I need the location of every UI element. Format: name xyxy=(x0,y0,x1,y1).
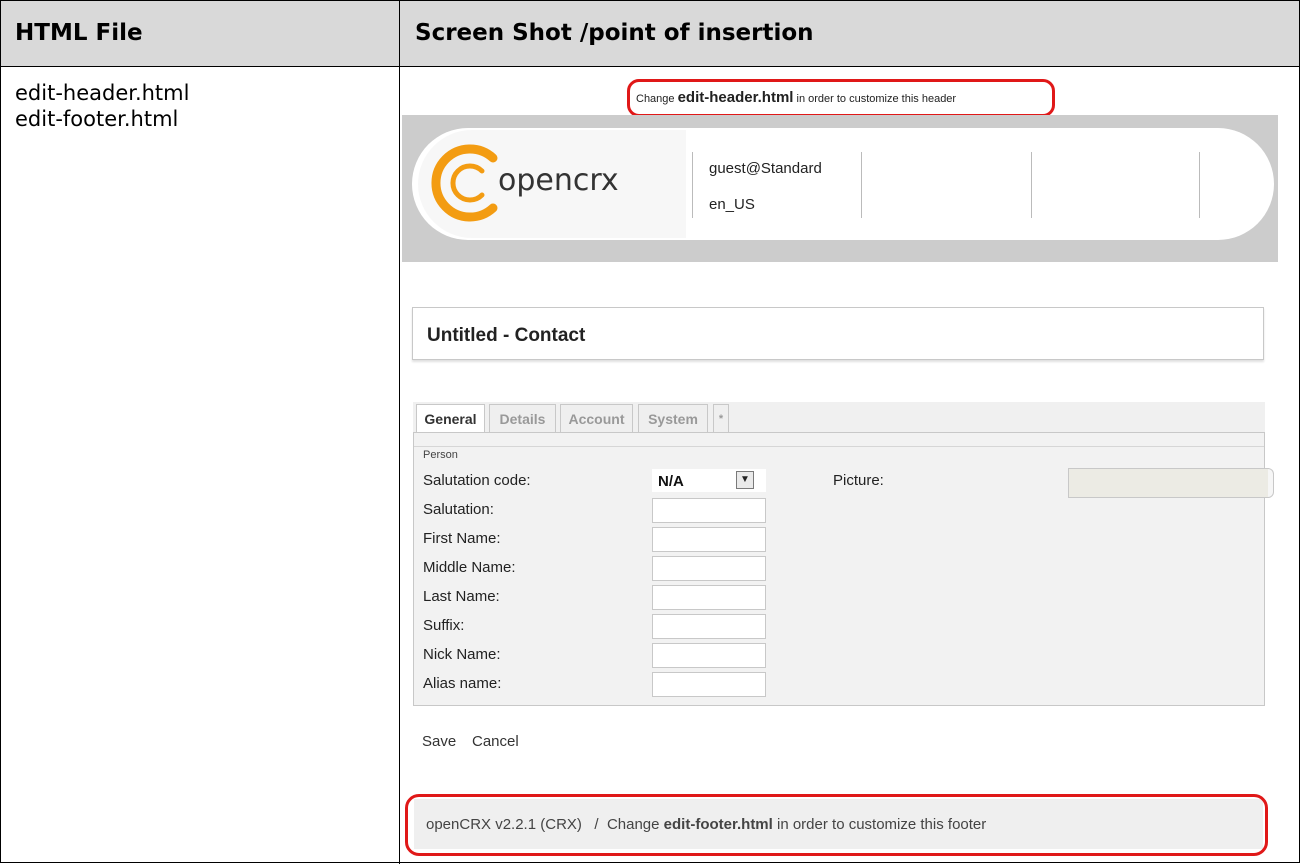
middle-name-input[interactable] xyxy=(652,556,766,581)
first-name-label: First Name: xyxy=(423,530,501,547)
file-name-footer: edit-footer.html xyxy=(15,107,179,131)
table-header-row: HTML File Screen Shot /point of insertio… xyxy=(1,1,1299,67)
salutation-label: Salutation: xyxy=(423,501,494,518)
last-name-label: Last Name: xyxy=(423,588,500,605)
page-title: Untitled - Contact xyxy=(427,325,586,346)
middle-name-label: Middle Name: xyxy=(423,559,516,576)
salutation-input[interactable] xyxy=(652,498,766,523)
first-name-input[interactable] xyxy=(652,527,766,552)
header-highlight-box xyxy=(627,79,1055,117)
salutation-code-label: Salutation code: xyxy=(423,472,531,489)
locale[interactable]: en_US xyxy=(709,196,755,213)
picture-label: Picture: xyxy=(833,472,884,489)
alias-name-label: Alias name: xyxy=(423,675,502,692)
salutation-code-select[interactable]: N/A ▼ xyxy=(652,469,766,492)
tab-details[interactable]: Details xyxy=(489,404,556,432)
col-header-screenshot: Screen Shot /point of insertion xyxy=(415,20,814,46)
cancel-button[interactable]: Cancel xyxy=(472,733,519,750)
col-header-html-file: HTML File xyxy=(15,20,143,46)
tab-account[interactable]: Account xyxy=(560,404,633,432)
header-separator xyxy=(1031,152,1032,218)
nick-name-label: Nick Name: xyxy=(423,646,501,663)
last-name-input[interactable] xyxy=(652,585,766,610)
logo-area[interactable]: opencrx xyxy=(418,130,686,238)
picture-field-scroll xyxy=(1268,468,1274,498)
user-name[interactable]: guest@Standard xyxy=(709,160,822,177)
save-button[interactable]: Save xyxy=(422,733,456,750)
tab-system[interactable]: System xyxy=(638,404,708,432)
salutation-code-value: N/A xyxy=(658,473,684,490)
section-label-person: Person xyxy=(423,449,458,461)
header-separator xyxy=(861,152,862,218)
tab-more[interactable]: * xyxy=(713,404,729,432)
suffix-input[interactable] xyxy=(652,614,766,639)
picture-field[interactable] xyxy=(1068,468,1269,498)
page-title-box: Untitled - Contact xyxy=(412,307,1264,360)
section-divider xyxy=(414,446,1264,447)
footer-highlight-box xyxy=(405,794,1268,856)
file-name-header: edit-header.html xyxy=(15,81,190,105)
alias-name-input[interactable] xyxy=(652,672,766,697)
tab-general[interactable]: General xyxy=(416,404,485,435)
suffix-label: Suffix: xyxy=(423,617,465,634)
header-separator xyxy=(692,152,693,218)
chevron-down-icon[interactable]: ▼ xyxy=(736,471,754,489)
column-divider xyxy=(399,1,400,864)
nick-name-input[interactable] xyxy=(652,643,766,668)
logo-text: opencrx xyxy=(498,163,619,198)
header-separator xyxy=(1199,152,1200,218)
